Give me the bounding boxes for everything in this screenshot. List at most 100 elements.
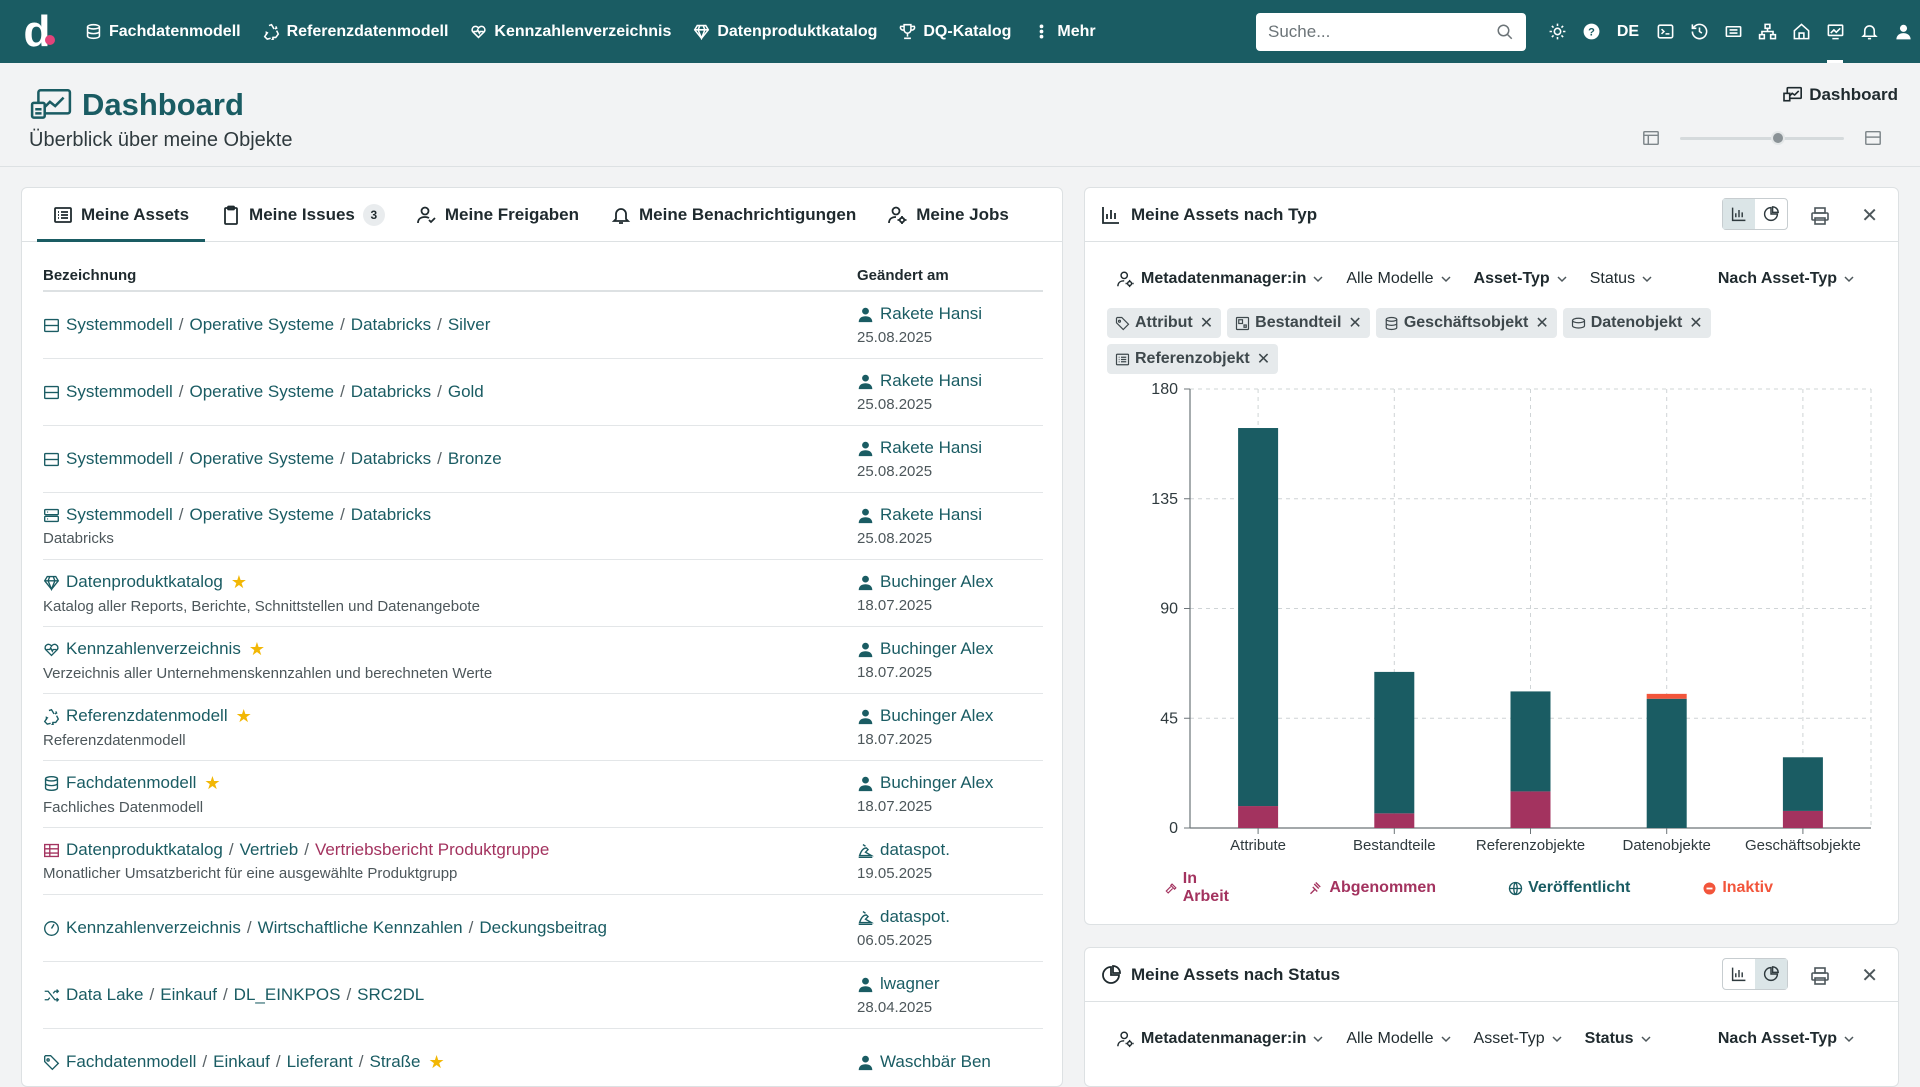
legend-item-in-arbeit[interactable]: In Arbeit — [1165, 870, 1237, 906]
bar-chart-toggle-button[interactable] — [1723, 959, 1755, 989]
path-segment-link[interactable]: Gold — [448, 382, 484, 402]
path-segment-link[interactable]: Einkauf — [213, 1052, 270, 1072]
path-segment-link[interactable]: Systemmodell — [66, 382, 173, 402]
favorite-star-icon[interactable]: ★ — [236, 706, 252, 727]
column-header-name[interactable]: Bezeichnung — [43, 267, 857, 284]
path-segment-link[interactable]: Silver — [448, 315, 491, 335]
path-segment-link[interactable]: Kennzahlenverzeichnis — [66, 918, 241, 938]
path-segment-link[interactable]: Deckungsbeitrag — [479, 918, 607, 938]
path-segment-link[interactable]: Databricks — [351, 505, 431, 525]
filter-dropdown-asset-typ[interactable]: Asset-Typ — [1474, 1030, 1563, 1048]
path-segment-link[interactable]: Systemmodell — [66, 449, 173, 469]
nav-item-mehr[interactable]: Mehr — [1022, 0, 1106, 63]
table-row[interactable]: Systemmodell / Operative Systeme / Databrick… — [43, 292, 1043, 359]
path-segment-link[interactable]: Bronze — [448, 449, 502, 469]
tab-meine-assets[interactable]: Meine Assets — [37, 188, 206, 242]
nav-item-datenproduktkatalog[interactable]: Datenproduktkatalog — [682, 0, 888, 63]
path-segment-link[interactable]: Operative Systeme — [190, 449, 335, 469]
nav-item-referenzdatenmodell[interactable]: Referenzdatenmodell — [252, 0, 460, 63]
user-menu-button[interactable] — [1886, 0, 1920, 63]
layout-slider[interactable] — [1642, 126, 1882, 150]
changed-by[interactable]: dataspot. — [857, 840, 1043, 860]
favorite-star-icon[interactable]: ★ — [231, 572, 247, 593]
table-row[interactable]: Datenproduktkatalog / Vertrieb / Vertriebsbe… — [43, 828, 1043, 895]
table-row[interactable]: Data Lake / Einkauf / DL_EINKPOS / SRC2DL lwagn… — [43, 962, 1043, 1029]
pie-chart-toggle-button[interactable] — [1755, 959, 1787, 989]
table-row[interactable]: Systemmodell / Operative Systeme / Databrick… — [43, 426, 1043, 493]
changed-by[interactable]: Rakete Hansi — [857, 505, 1043, 525]
dashboard-button[interactable] — [1818, 0, 1852, 63]
path-segment-link[interactable]: SRC2DL — [357, 985, 424, 1005]
tab-meine-benachrichtigungen[interactable]: Meine Benachrichtigungen — [595, 188, 872, 241]
changed-by[interactable]: lwagner — [857, 974, 1043, 994]
path-segment-link[interactable]: Kennzahlenverzeichnis — [66, 639, 241, 659]
legend-item-ver-ffentlicht[interactable]: Veröffentlicht — [1508, 870, 1630, 906]
breadcrumb[interactable]: Dashboard — [1783, 85, 1898, 105]
path-segment-link[interactable]: Databricks — [351, 382, 431, 402]
path-segment-link[interactable]: Fachdatenmodell — [66, 773, 196, 793]
table-row[interactable]: Referenzdatenmodell ★ Referenzdatenmodell B… — [43, 694, 1043, 761]
legend-item-inaktiv[interactable]: Inaktiv — [1702, 870, 1773, 906]
path-segment-link[interactable]: Data Lake — [66, 985, 144, 1005]
legend-item-abgenommen[interactable]: Abgenommen — [1309, 870, 1436, 906]
hierarchy-button[interactable] — [1750, 0, 1784, 63]
notifications-button[interactable] — [1852, 0, 1886, 63]
table-row[interactable]: Fachdatenmodell ★ Fachliches Datenmodell Bu… — [43, 761, 1043, 828]
favorite-star-icon[interactable]: ★ — [204, 773, 220, 794]
table-row[interactable]: Systemmodell / Operative Systeme / Databrick… — [43, 359, 1043, 426]
nav-item-dq-katalog[interactable]: DQ-Katalog — [888, 0, 1022, 63]
filter-dropdown-nach-asset-typ[interactable]: Nach Asset-Typ — [1718, 1030, 1855, 1048]
path-segment-link[interactable]: Datenproduktkatalog — [66, 840, 223, 860]
tab-meine-issues[interactable]: Meine Issues 3 — [205, 188, 401, 241]
ticket-button[interactable] — [1716, 0, 1750, 63]
filter-dropdown-status[interactable]: Status — [1585, 1030, 1652, 1048]
path-segment-link[interactable]: Fachdatenmodell — [66, 1052, 196, 1072]
home-button[interactable] — [1784, 0, 1818, 63]
table-row[interactable]: Kennzahlenverzeichnis / Wirtschaftliche Ke… — [43, 895, 1043, 962]
path-segment-link[interactable]: Operative Systeme — [190, 382, 335, 402]
tab-meine-freigaben[interactable]: Meine Freigaben — [401, 188, 595, 241]
changed-by[interactable]: dataspot. — [857, 907, 1043, 927]
filter-dropdown-alle-modelle[interactable]: Alle Modelle — [1346, 1030, 1451, 1048]
changed-by[interactable]: Buchinger Alex — [857, 639, 1043, 659]
close-icon[interactable]: ✕ — [1861, 963, 1878, 988]
app-logo[interactable]: d — [0, 0, 74, 63]
terminal-button[interactable] — [1648, 0, 1682, 63]
path-segment-link[interactable]: Lieferant — [287, 1052, 353, 1072]
changed-by[interactable]: Rakete Hansi — [857, 304, 1043, 324]
help-button[interactable]: ? — [1574, 0, 1608, 63]
nav-item-fachdatenmodell[interactable]: Fachdatenmodell — [74, 0, 252, 63]
changed-by[interactable]: Buchinger Alex — [857, 706, 1043, 726]
filter-dropdown-metadatenmanager-in[interactable]: Metadatenmanager:in — [1117, 1030, 1324, 1048]
path-segment-link[interactable]: DL_EINKPOS — [234, 985, 341, 1005]
print-icon[interactable] — [1810, 966, 1830, 986]
path-segment-link[interactable]: Einkauf — [160, 985, 217, 1005]
table-row[interactable]: Datenproduktkatalog ★ Katalog aller Report… — [43, 560, 1043, 627]
path-segment-link[interactable]: Databricks — [351, 315, 431, 335]
table-row[interactable]: Systemmodell / Operative Systeme / Databrick… — [43, 493, 1043, 560]
column-header-changed[interactable]: Geändert am — [857, 267, 949, 284]
changed-by[interactable]: Rakete Hansi — [857, 371, 1043, 391]
path-segment-link[interactable]: Vertriebsbericht Produktgruppe — [315, 840, 549, 860]
tab-meine-jobs[interactable]: Meine Jobs — [872, 188, 1025, 241]
path-segment-link[interactable]: Datenproduktkatalog — [66, 572, 223, 592]
slider-handle[interactable] — [1771, 131, 1786, 145]
search-input[interactable]: Suche... — [1256, 13, 1526, 51]
path-segment-link[interactable]: Vertrieb — [240, 840, 299, 860]
nav-item-kennzahlenverzeichnis[interactable]: Kennzahlenverzeichnis — [459, 0, 682, 63]
path-segment-link[interactable]: Wirtschaftliche Kennzahlen — [258, 918, 463, 938]
table-row[interactable]: Fachdatenmodell / Einkauf / Lieferant / Straße… — [43, 1029, 1043, 1086]
path-segment-link[interactable]: Systemmodell — [66, 505, 173, 525]
path-segment-link[interactable]: Referenzdatenmodell — [66, 706, 228, 726]
path-segment-link[interactable]: Databricks — [351, 449, 431, 469]
path-segment-link[interactable]: Operative Systeme — [190, 505, 335, 525]
path-segment-link[interactable]: Straße — [370, 1052, 421, 1072]
language-switch[interactable]: DE — [1608, 0, 1648, 63]
theme-toggle-button[interactable] — [1540, 0, 1574, 63]
table-row[interactable]: Kennzahlenverzeichnis ★ Verzeichnis aller … — [43, 627, 1043, 694]
changed-by[interactable]: Rakete Hansi — [857, 438, 1043, 458]
changed-by[interactable]: Buchinger Alex — [857, 572, 1043, 592]
path-segment-link[interactable]: Operative Systeme — [190, 315, 335, 335]
changed-by[interactable]: Waschbär Ben — [857, 1052, 1043, 1072]
history-button[interactable] — [1682, 0, 1716, 63]
